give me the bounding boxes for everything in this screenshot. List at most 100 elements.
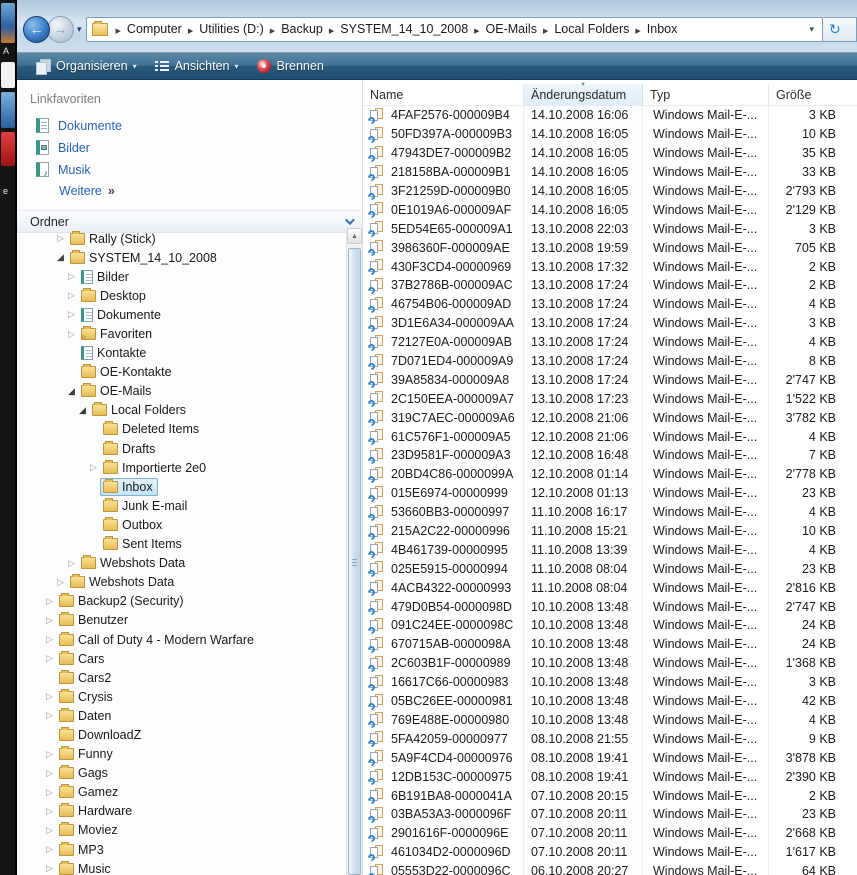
tree-item[interactable]: OE-Kontakte	[17, 363, 345, 382]
breadcrumb-segment[interactable]: OE-Mails	[486, 22, 537, 36]
tree-expander-icon[interactable]	[43, 749, 56, 760]
forward-button[interactable]: →	[47, 15, 74, 43]
file-row[interactable]: 03BA53A3-0000096F 07.10.2008 20:11 Windo…	[363, 804, 857, 824]
tree-expander-icon[interactable]	[43, 806, 56, 817]
file-row[interactable]: 3986360F-000009AE 13.10.2008 19:59 Windo…	[363, 238, 857, 258]
views-button[interactable]: Ansichten ▾	[146, 54, 248, 78]
file-row[interactable]: 23D9581F-000009A3 12.10.2008 16:48 Windo…	[363, 446, 857, 465]
file-row[interactable]: 2C603B1F-00000989 10.10.2008 13:48 Windo…	[363, 653, 857, 673]
favorite-link[interactable]: ♪ Musik	[17, 159, 362, 181]
tree-item[interactable]: Kontakte	[17, 344, 345, 363]
column-header-name[interactable]: Name	[363, 84, 524, 105]
file-row[interactable]: 025E5915-00000994 11.10.2008 08:04 Windo…	[363, 559, 857, 579]
tree-expander-icon[interactable]	[65, 558, 78, 569]
favorite-link[interactable]: Bilder	[17, 137, 362, 159]
file-row[interactable]: 61C576F1-000009A5 12.10.2008 21:06 Windo…	[363, 427, 857, 447]
column-header-type[interactable]: Typ	[643, 84, 769, 105]
breadcrumb-segment[interactable]: Utilities (D:)	[199, 22, 264, 36]
tree-item[interactable]: Cars	[17, 649, 345, 668]
file-row[interactable]: 37B2786B-000009AC 13.10.2008 17:24 Windo…	[363, 276, 857, 295]
column-header-size[interactable]: Größe	[769, 84, 857, 105]
file-row[interactable]: 479D0B54-0000098D 10.10.2008 13:48 Windo…	[363, 597, 857, 617]
favorite-link[interactable]: Dokumente	[17, 115, 362, 137]
tree-item[interactable]: Hardware	[17, 802, 345, 821]
file-row[interactable]: 5A9F4CD4-00000976 08.10.2008 19:41 Windo…	[363, 748, 857, 768]
tree-expander-icon[interactable]	[43, 863, 56, 874]
file-row[interactable]: 6B191BA8-0000041A 07.10.2008 20:15 Windo…	[363, 786, 857, 805]
tree-item[interactable]: Outbox	[17, 515, 345, 534]
tree-item[interactable]: Cars2	[17, 668, 345, 687]
breadcrumb-segment[interactable]: Computer	[127, 22, 182, 36]
tree-item[interactable]: Favoriten	[17, 324, 345, 343]
file-row[interactable]: 5ED54E65-000009A1 13.10.2008 22:03 Windo…	[363, 219, 857, 239]
file-row[interactable]: 47943DE7-000009B2 14.10.2008 16:05 Windo…	[363, 143, 857, 163]
file-row[interactable]: 7D071ED4-000009A9 13.10.2008 17:24 Windo…	[363, 351, 857, 371]
tree-expander-icon[interactable]	[65, 386, 78, 397]
file-row[interactable]: 0E1019A6-000009AF 14.10.2008 16:05 Windo…	[363, 200, 857, 220]
breadcrumb-segment[interactable]: Backup	[281, 22, 323, 36]
file-row[interactable]: 16617C66-00000983 10.10.2008 13:48 Windo…	[363, 672, 857, 692]
tree-item[interactable]: Benutzer	[17, 611, 345, 630]
file-row[interactable]: 2C150EEA-000009A7 13.10.2008 17:23 Windo…	[363, 389, 857, 409]
file-row[interactable]: 5FA42059-00000977 08.10.2008 21:55 Windo…	[363, 729, 857, 749]
file-row[interactable]: 4ACB4322-00000993 11.10.2008 08:04 Windo…	[363, 578, 857, 598]
tree-item[interactable]: Desktop	[17, 286, 345, 305]
address-dropdown-icon[interactable]: ▾	[805, 24, 818, 35]
tree-item[interactable]: Junk E-mail	[17, 496, 345, 515]
breadcrumb-segment[interactable]: SYSTEM_14_10_2008	[340, 22, 468, 36]
file-row[interactable]: 50FD397A-000009B3 14.10.2008 16:05 Windo…	[363, 124, 857, 144]
tree-expander-icon[interactable]	[65, 271, 78, 282]
scroll-up-icon[interactable]: ▲	[347, 228, 362, 244]
tree-item[interactable]: Daten	[17, 706, 345, 725]
tree-expander-icon[interactable]	[65, 290, 78, 301]
breadcrumb-segment[interactable]: Inbox	[647, 22, 678, 36]
file-row[interactable]: 05BC26EE-00000981 10.10.2008 13:48 Windo…	[363, 691, 857, 711]
tree-item[interactable]: DownloadZ	[17, 725, 345, 744]
tree-item[interactable]: Moviez	[17, 821, 345, 840]
address-bar[interactable]: ▶ Computer ▶ Utilities (D:) ▶ Backup ▶ SYSTEM_1…	[85, 16, 823, 42]
history-dropdown-icon[interactable]: ▾	[77, 24, 82, 35]
breadcrumb-segment[interactable]: Local Folders	[554, 22, 629, 36]
file-row[interactable]: 319C7AEC-000009A6 12.10.2008 21:06 Windo…	[363, 408, 857, 428]
tree-item[interactable]: MP3	[17, 840, 345, 859]
tree-item[interactable]: Call of Duty 4 - Modern Warfare	[17, 630, 345, 649]
tree-expander-icon[interactable]	[43, 710, 56, 721]
tree-item[interactable]: Gags	[17, 764, 345, 783]
tree-item[interactable]: Funny	[17, 745, 345, 764]
tree-expander-icon[interactable]	[87, 462, 100, 473]
tree-expander-icon[interactable]	[54, 577, 67, 588]
tree-expander-icon[interactable]	[76, 405, 89, 416]
file-row[interactable]: 218158BA-000009B1 14.10.2008 16:05 Windo…	[363, 162, 857, 182]
tree-expander-icon[interactable]	[43, 825, 56, 836]
file-row[interactable]: 461034D2-0000096D 07.10.2008 20:11 Windo…	[363, 842, 857, 862]
tree-expander-icon[interactable]	[43, 634, 56, 645]
tree-item[interactable]: SYSTEM_14_10_2008	[17, 248, 345, 267]
tree-scrollbar[interactable]: ▲	[346, 228, 362, 875]
tree-expander-icon[interactable]	[43, 768, 56, 779]
tree-item[interactable]: Webshots Data	[17, 554, 345, 573]
file-row[interactable]: 769E488E-00000980 10.10.2008 13:48 Windo…	[363, 710, 857, 730]
tree-item[interactable]: Importierte 2e0	[17, 458, 345, 477]
tree-expander-icon[interactable]	[65, 309, 78, 320]
tree-expander-icon[interactable]	[65, 329, 78, 340]
file-row[interactable]: 015E6974-00000999 12.10.2008 01:13 Windo…	[363, 483, 857, 503]
file-row[interactable]: 20BD4C86-0000099A 12.10.2008 01:14 Windo…	[363, 464, 857, 484]
tree-item[interactable]: Inbox	[17, 477, 345, 496]
file-row[interactable]: 3F21259D-000009B0 14.10.2008 16:05 Windo…	[363, 181, 857, 201]
file-row[interactable]: 4FAF2576-000009B4 14.10.2008 16:06 Windo…	[363, 106, 857, 125]
file-row[interactable]: 46754B06-000009AD 13.10.2008 17:24 Windo…	[363, 294, 857, 314]
back-button[interactable]: ←	[23, 15, 50, 43]
file-row[interactable]: 4B461739-00000995 11.10.2008 13:39 Windo…	[363, 540, 857, 560]
tree-item[interactable]: Bilder	[17, 267, 345, 286]
tree-item[interactable]: Sent Items	[17, 535, 345, 554]
tree-expander-icon[interactable]	[43, 787, 56, 798]
column-header-date[interactable]: ▼ Änderungsdatum	[524, 82, 643, 105]
tree-item[interactable]: Webshots Data	[17, 573, 345, 592]
tree-expander-icon[interactable]	[54, 252, 67, 263]
file-row[interactable]: 39A85834-000009A8 13.10.2008 17:24 Windo…	[363, 370, 857, 390]
file-row[interactable]: 3D1E6A34-000009AA 13.10.2008 17:24 Windo…	[363, 313, 857, 333]
file-row[interactable]: 215A2C22-00000996 11.10.2008 15:21 Windo…	[363, 521, 857, 541]
tree-item[interactable]: Music	[17, 859, 345, 875]
tree-item[interactable]: Backup2 (Security)	[17, 592, 345, 611]
tree-expander-icon[interactable]	[43, 615, 56, 626]
